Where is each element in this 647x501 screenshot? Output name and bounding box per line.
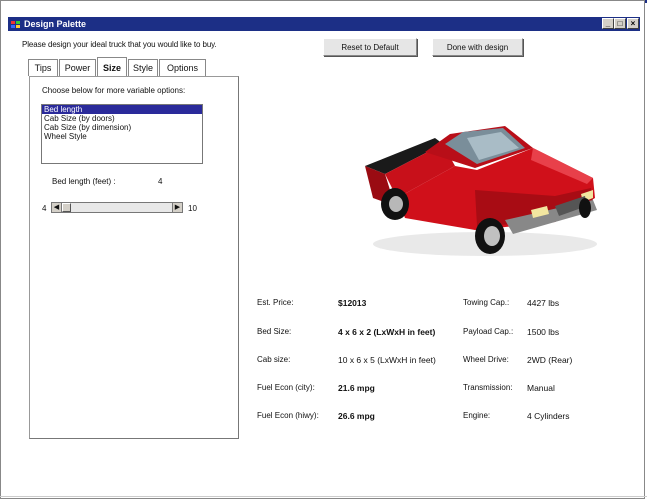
window-title: Design Palette	[24, 19, 87, 29]
fuel-hiwy-value: 26.6 mpg	[338, 411, 375, 421]
minimize-icon[interactable]: _	[602, 18, 614, 29]
transmission-label: Transmission:	[463, 383, 513, 392]
tab-tips[interactable]: Tips	[28, 59, 58, 76]
left-arrow-icon[interactable]: ◀	[52, 203, 62, 212]
size-panel: Choose below for more variable options: …	[29, 76, 239, 439]
engine-label: Engine:	[463, 411, 491, 420]
wheel-drive-value: 2WD (Rear)	[527, 355, 573, 365]
app-icon	[11, 20, 21, 29]
intro-text: Please design your ideal truck that you …	[22, 40, 217, 49]
bed-size-label: Bed Size:	[257, 327, 292, 336]
towing-value: 4427 lbs	[527, 298, 560, 308]
list-item[interactable]: Wheel Style	[42, 132, 202, 141]
transmission-value: Manual	[527, 383, 555, 393]
done-with-design-button[interactable]: Done with design	[432, 38, 523, 56]
fuel-city-label: Fuel Econ (city):	[257, 383, 315, 392]
price-value: $12013	[338, 298, 367, 308]
title-bar: Design Palette _ □ ×	[8, 17, 640, 31]
slider-max-label: 10	[188, 204, 197, 213]
fuel-city-value: 21.6 mpg	[338, 383, 375, 393]
wheel-drive-label: Wheel Drive:	[463, 355, 509, 364]
payload-label: Payload Cap.:	[463, 327, 514, 336]
right-arrow-icon[interactable]: ▶	[172, 203, 182, 212]
bed-length-slider[interactable]: ◀ ▶	[51, 202, 183, 213]
cab-size-value: 10 x 6 x 5 (LxWxH in feet)	[338, 355, 436, 365]
close-icon[interactable]: ×	[627, 18, 639, 29]
tab-size[interactable]: Size	[97, 57, 127, 77]
fuel-hiwy-label: Fuel Econ (hiwy):	[257, 411, 319, 420]
slider-min-label: 4	[42, 204, 47, 213]
bottom-border	[0, 496, 647, 497]
reset-to-default-button[interactable]: Reset to Default	[323, 38, 417, 56]
tab-options[interactable]: Options	[159, 59, 206, 76]
panel-instruction: Choose below for more variable options:	[42, 86, 186, 95]
list-item[interactable]: Bed length	[42, 105, 202, 114]
list-item[interactable]: Cab Size (by dimension)	[42, 123, 202, 132]
truck-image	[365, 126, 597, 256]
slider-thumb[interactable]	[62, 203, 71, 212]
bed-length-label: Bed length (feet) :	[52, 177, 116, 186]
options-listbox[interactable]: Bed length Cab Size (by doors) Cab Size …	[41, 104, 203, 164]
cab-size-label: Cab size:	[257, 355, 291, 364]
tab-power[interactable]: Power	[59, 59, 96, 76]
engine-value: 4 Cylinders	[527, 411, 570, 421]
price-label: Est. Price:	[257, 298, 294, 307]
tab-style[interactable]: Style	[128, 59, 158, 76]
payload-value: 1500 lbs	[527, 327, 560, 337]
bed-length-value: 4	[158, 177, 163, 186]
maximize-icon[interactable]: □	[614, 18, 626, 29]
towing-label: Towing Cap.:	[463, 298, 510, 307]
bed-size-value: 4 x 6 x 2 (LxWxH in feet)	[338, 327, 436, 337]
list-item[interactable]: Cab Size (by doors)	[42, 114, 202, 123]
